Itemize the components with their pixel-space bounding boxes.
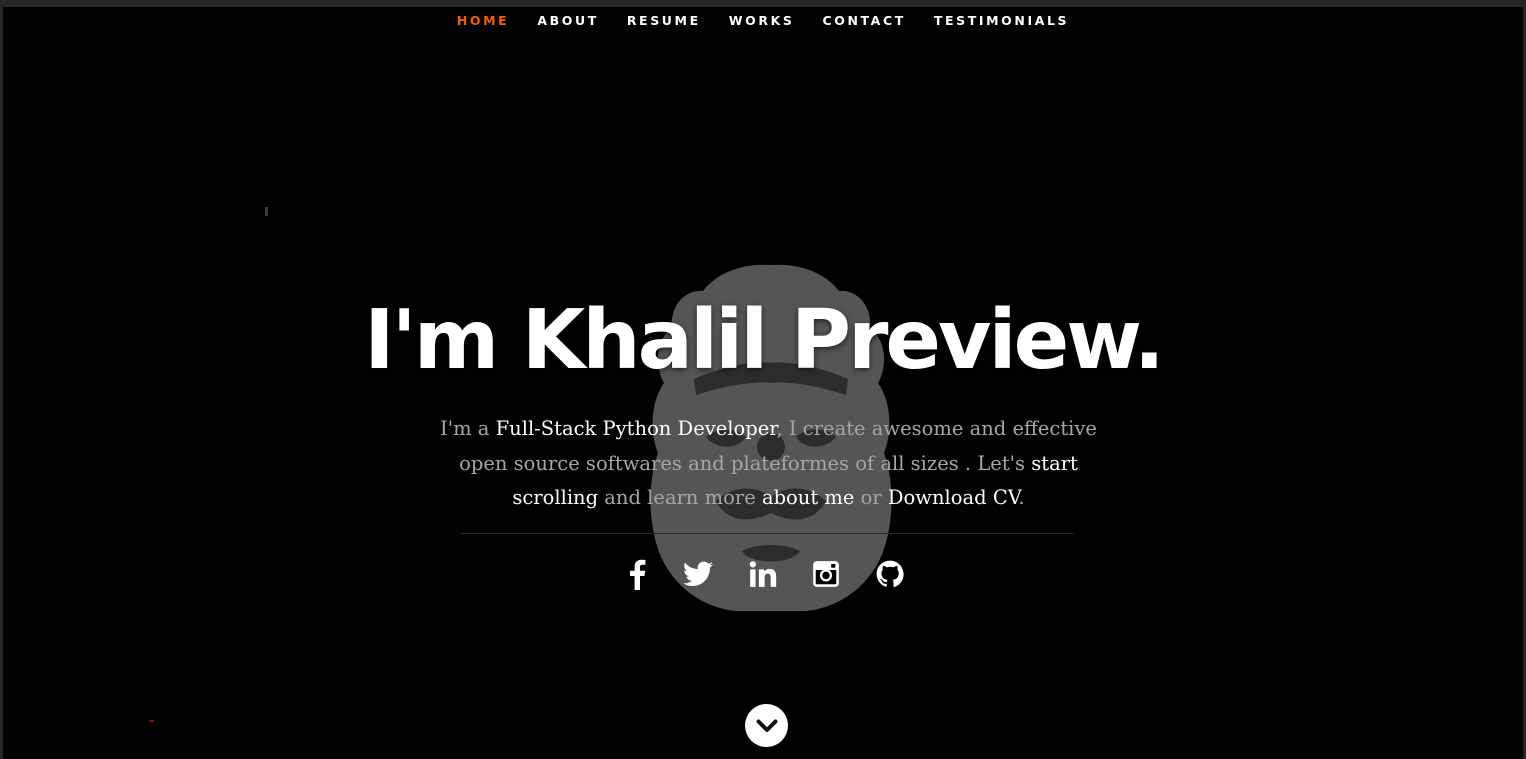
intro-text: . bbox=[1018, 486, 1025, 509]
hero-divider bbox=[461, 533, 1074, 534]
role-highlight: Full-Stack Python Developer bbox=[495, 417, 777, 440]
facebook-icon[interactable] bbox=[619, 556, 655, 592]
page-frame: HOME ABOUT RESUME WORKS CONTACT TESTIMONIALS … bbox=[0, 0, 1526, 759]
nav-item-contact[interactable]: CONTACT bbox=[822, 13, 905, 28]
nav-item-about[interactable]: ABOUT bbox=[537, 13, 599, 28]
hero-title: I'm Khalil Preview. bbox=[364, 293, 1165, 388]
github-icon[interactable] bbox=[872, 556, 908, 592]
about-me-link[interactable]: about me bbox=[762, 486, 854, 509]
intro-text: or bbox=[854, 486, 888, 509]
top-nav: HOME ABOUT RESUME WORKS CONTACT TESTIMONIALS bbox=[3, 13, 1523, 28]
chevron-down-icon bbox=[756, 719, 777, 732]
linkedin-icon[interactable] bbox=[745, 556, 781, 592]
scroll-down-button[interactable] bbox=[745, 704, 788, 747]
hero-intro: I'm a Full-Stack Python Developer, I cre… bbox=[416, 412, 1121, 516]
intro-text: I'm a bbox=[440, 417, 496, 440]
background-speck bbox=[149, 720, 154, 722]
nav-item-works[interactable]: WORKS bbox=[729, 13, 795, 28]
twitter-icon[interactable] bbox=[680, 556, 716, 592]
background-speck bbox=[265, 207, 268, 216]
nav-item-resume[interactable]: RESUME bbox=[627, 13, 701, 28]
nav-item-home[interactable]: HOME bbox=[457, 13, 509, 28]
intro-text: and learn more bbox=[598, 486, 762, 509]
download-cv-link[interactable]: Download CV bbox=[888, 486, 1019, 509]
nav-item-testimonials[interactable]: TESTIMONIALS bbox=[934, 13, 1069, 28]
social-links bbox=[3, 556, 1523, 596]
instagram-icon[interactable] bbox=[808, 556, 844, 592]
